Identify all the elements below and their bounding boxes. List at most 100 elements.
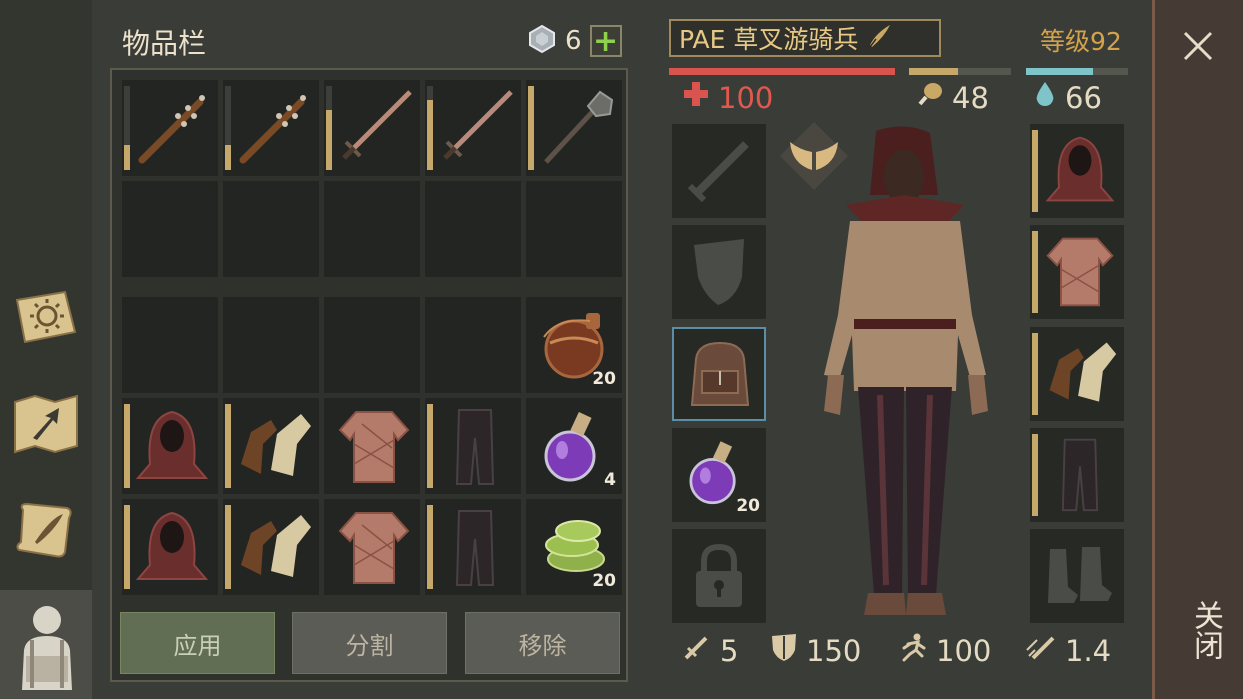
- item-quantity: 20: [592, 369, 616, 389]
- quilted-shirt-icon: [338, 411, 410, 483]
- inventory-slot[interactable]: [324, 398, 420, 494]
- spiked-club-icon: [239, 95, 306, 164]
- inventory-slot[interactable]: [324, 181, 420, 277]
- map-arrow-icon: [11, 392, 81, 460]
- equip-slot-legs[interactable]: [1030, 428, 1124, 522]
- inventory-title: 物品栏: [122, 27, 207, 60]
- sword-icon: [443, 90, 513, 160]
- speed-stat: 100: [898, 632, 991, 669]
- health-cross-icon: [682, 80, 710, 115]
- edit-quill-icon: [866, 23, 892, 53]
- hood-icon: [1045, 136, 1115, 202]
- attack-value: 5: [720, 633, 739, 668]
- hood-icon: [135, 511, 209, 580]
- fast-dagger-icon: [1025, 632, 1057, 669]
- thirst-bar: [1026, 68, 1128, 75]
- inventory-slot[interactable]: [122, 499, 218, 595]
- hunger-bar: [909, 68, 1011, 75]
- gem-icon: [527, 24, 557, 58]
- equip-slot-locked[interactable]: [672, 529, 766, 623]
- equip-slot-weapon[interactable]: [672, 124, 766, 218]
- inventory-slot[interactable]: [526, 80, 622, 176]
- hunger-value: 48: [952, 80, 989, 115]
- inventory-slot[interactable]: [425, 181, 521, 277]
- health-value: 100: [718, 80, 774, 115]
- equip-slot-backpack[interactable]: [672, 327, 766, 421]
- tab-skills[interactable]: [8, 282, 84, 358]
- durability-bar: [1032, 130, 1038, 212]
- inventory-slot[interactable]: 4: [526, 398, 622, 494]
- durability-bar: [1032, 434, 1038, 516]
- inventory-slot[interactable]: [324, 499, 420, 595]
- scroll-quill-icon: [11, 498, 81, 566]
- durability-bar: [1032, 231, 1038, 313]
- inventory-slot[interactable]: [425, 398, 521, 494]
- inventory-slot[interactable]: [122, 398, 218, 494]
- character-name-box[interactable]: PAE 草叉游骑兵: [669, 19, 941, 57]
- inventory-slot[interactable]: [122, 297, 218, 393]
- character-name: PAE 草叉游骑兵: [679, 25, 859, 54]
- speed-value: 100: [936, 633, 992, 668]
- inventory-slot[interactable]: [425, 297, 521, 393]
- running-man-icon: [898, 632, 928, 669]
- backpack-person-icon: [12, 600, 82, 694]
- character-model: [810, 125, 1000, 624]
- attack-speed-value: 1.4: [1065, 633, 1112, 668]
- gloves-icon: [1049, 342, 1117, 402]
- currency-display: 6 +: [527, 24, 622, 59]
- tab-map[interactable]: [8, 388, 84, 464]
- equip-slot-feet[interactable]: [1030, 529, 1124, 623]
- hood-icon: [135, 410, 209, 479]
- inventory-slot[interactable]: [223, 398, 319, 494]
- inventory-slot[interactable]: [425, 80, 521, 176]
- close-panel[interactable]: 关闭: [1152, 0, 1243, 699]
- inventory-slot[interactable]: [223, 297, 319, 393]
- inventory-slot[interactable]: [223, 80, 319, 176]
- attack-speed-stat: 1.4: [1025, 632, 1111, 669]
- pants-icon: [1061, 438, 1099, 512]
- inventory-slot[interactable]: [122, 80, 218, 176]
- hunger-stat: 48: [916, 80, 989, 115]
- durability-bar: [1032, 333, 1038, 415]
- close-icon[interactable]: [1182, 30, 1214, 66]
- equip-slot-shield[interactable]: [672, 225, 766, 319]
- dagger-icon: [682, 632, 712, 669]
- side-tab-rail: [0, 0, 92, 699]
- shield-icon: [770, 632, 798, 669]
- inventory-slot[interactable]: [526, 181, 622, 277]
- water-drop-icon: [1033, 80, 1057, 115]
- inventory-slot[interactable]: [122, 181, 218, 277]
- inventory-slot[interactable]: [223, 499, 319, 595]
- equip-slot-chest[interactable]: [1030, 225, 1124, 319]
- equip-slot-hands[interactable]: [1030, 327, 1124, 421]
- split-button[interactable]: 分割: [292, 612, 447, 674]
- backpack-icon: [690, 341, 750, 406]
- inventory-slot[interactable]: 20: [526, 499, 622, 595]
- currency-count: 6: [565, 26, 582, 56]
- inventory-slot[interactable]: [324, 80, 420, 176]
- gloves-icon: [241, 414, 311, 476]
- boots-placeholder-icon: [1048, 547, 1112, 603]
- spiked-club-icon: [138, 95, 205, 164]
- level-label: 等级92: [1040, 27, 1122, 56]
- pants-icon: [455, 409, 495, 485]
- item-quantity: 20: [736, 496, 760, 516]
- inventory-slot[interactable]: 20: [526, 297, 622, 393]
- inventory-slot[interactable]: [223, 181, 319, 277]
- apply-button[interactable]: 应用: [120, 612, 275, 674]
- sun-book-icon: [11, 286, 81, 354]
- armor-value: 150: [806, 633, 862, 668]
- inventory-slot[interactable]: [324, 297, 420, 393]
- inventory-slot[interactable]: [425, 499, 521, 595]
- gloves-icon: [241, 515, 311, 577]
- equip-slot-head[interactable]: [1030, 124, 1124, 218]
- add-currency-button[interactable]: +: [589, 24, 622, 59]
- sword-icon: [342, 90, 412, 160]
- health-stat: 100: [682, 80, 773, 115]
- item-quantity: 4: [604, 470, 616, 490]
- tab-inventory[interactable]: [0, 590, 92, 699]
- remove-button[interactable]: 移除: [465, 612, 620, 674]
- equip-slot-consumable[interactable]: 20: [672, 428, 766, 522]
- close-label[interactable]: 关闭: [1183, 600, 1227, 660]
- tab-crafting[interactable]: [8, 494, 84, 570]
